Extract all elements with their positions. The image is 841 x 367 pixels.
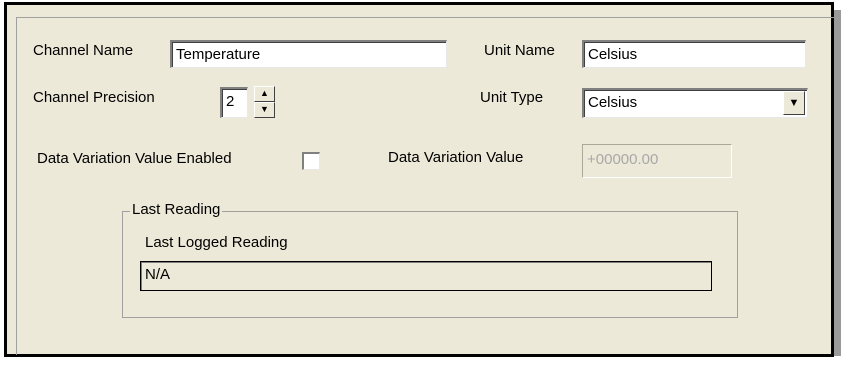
last-logged-reading-label: Last Logged Reading (145, 234, 288, 251)
last-reading-group-title: Last Reading (130, 201, 223, 218)
last-logged-reading-value: N/A (140, 261, 712, 291)
spin-down-icon[interactable]: ▼ (254, 102, 275, 118)
data-variation-enabled-checkbox[interactable] (302, 152, 320, 170)
data-variation-value-input: +00000.00 (582, 144, 732, 178)
unit-name-input[interactable]: Celsius (582, 40, 806, 68)
unit-type-select[interactable]: Celsius (582, 88, 808, 118)
data-variation-enabled-label: Data Variation Value Enabled (37, 150, 232, 167)
channel-name-label: Channel Name (33, 42, 134, 59)
spin-up-icon[interactable]: ▲ (254, 86, 275, 102)
data-variation-value-label: Data Variation Value (388, 149, 524, 166)
chevron-down-icon[interactable]: ▼ (783, 91, 805, 115)
channel-precision-label: Channel Precision (33, 89, 155, 106)
unit-type-value: Celsius (588, 94, 638, 111)
precision-spinner: ▲ ▼ (254, 86, 275, 118)
unit-name-label: Unit Name (484, 42, 555, 59)
channel-precision-input[interactable]: 2 (220, 87, 248, 118)
channel-name-input[interactable]: Temperature (170, 40, 447, 68)
unit-type-label: Unit Type (480, 89, 544, 106)
